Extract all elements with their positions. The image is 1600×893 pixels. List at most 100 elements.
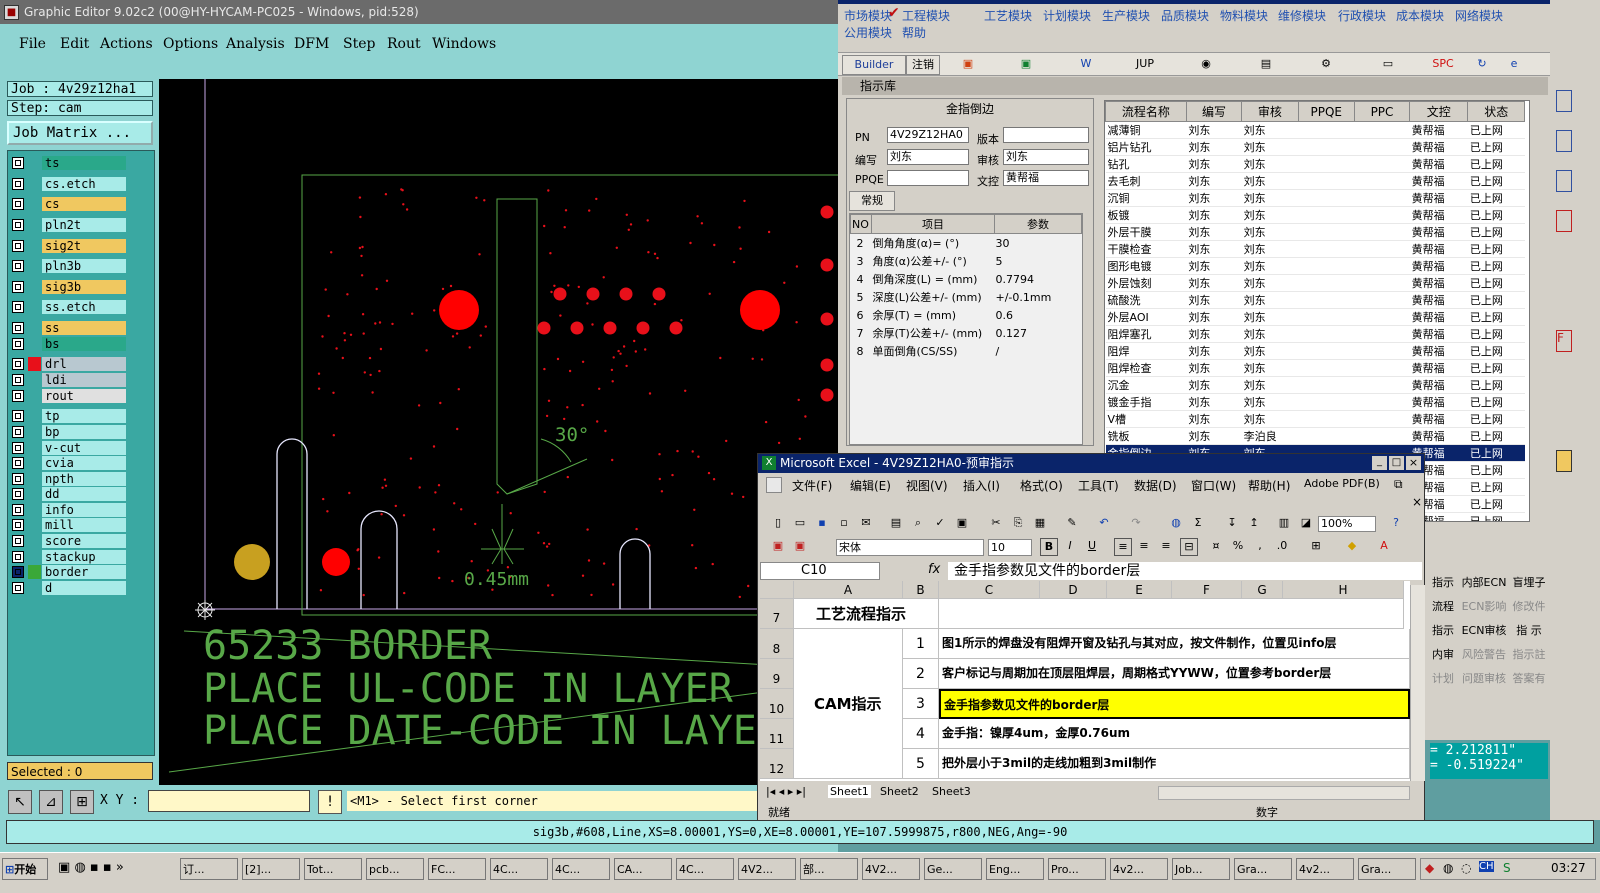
layer-color-swatch[interactable] — [28, 534, 41, 548]
layer-name[interactable]: border — [42, 565, 126, 579]
side-button[interactable]: 内审 — [1428, 644, 1458, 666]
menu-dfm[interactable]: DFM — [294, 36, 329, 52]
settings-icon[interactable]: ⚙ — [1314, 55, 1338, 73]
layer-name[interactable]: sig3b — [42, 280, 126, 294]
align-left-icon[interactable]: ≡ — [1114, 538, 1132, 556]
open-icon[interactable]: ▭ — [792, 515, 808, 531]
layer-name[interactable]: drl — [42, 357, 126, 371]
chart-icon[interactable]: ▥ — [1276, 515, 1292, 531]
layer-color-swatch[interactable] — [28, 280, 41, 294]
measure-tool-icon[interactable]: ⊿ — [39, 790, 63, 814]
side-button[interactable]: 内部ECN — [1460, 572, 1508, 594]
layer-row-bp[interactable]: bp — [12, 425, 132, 439]
menu-tools-cn[interactable]: 工具(T) — [1078, 477, 1119, 494]
layer-name[interactable]: dd — [42, 487, 126, 501]
layer-checkbox[interactable] — [12, 410, 24, 422]
sort-asc-icon[interactable]: ↧ — [1224, 515, 1240, 531]
pn-field[interactable]: 4V29Z12HA0 — [887, 127, 969, 143]
spell-icon[interactable]: ✓ — [932, 515, 948, 531]
flow-row[interactable]: 钻孔 刘东 刘东 黄帮福 已上网 — [1105, 155, 1525, 173]
italic-icon[interactable]: I — [1062, 538, 1078, 554]
instruction-cell[interactable]: 把外层小于3mil的走线加粗到3mil制作 — [939, 749, 1410, 779]
comma-icon[interactable]: , — [1252, 538, 1268, 554]
font-size-select[interactable]: 10 — [988, 539, 1032, 556]
side-button[interactable]: 指 示 — [1510, 620, 1548, 642]
erp-menu-9[interactable]: 成本模块 — [1396, 7, 1444, 24]
ppqe-field[interactable] — [887, 170, 969, 186]
step-number-cell[interactable]: 1 — [903, 629, 939, 659]
save-icon[interactable]: ▪ — [814, 515, 830, 531]
review-field[interactable]: 刘东 — [1003, 149, 1089, 165]
section-title-cell[interactable]: 工艺流程指示 — [794, 599, 939, 629]
row-header[interactable]: 9 — [760, 659, 794, 689]
erp-menu-1[interactable]: 工程模块 — [902, 7, 950, 24]
doc-icon[interactable] — [766, 477, 782, 493]
layer-color-swatch[interactable] — [28, 487, 41, 501]
flow-col-2[interactable]: 审核 — [1241, 101, 1299, 122]
layer-checkbox[interactable] — [12, 457, 24, 469]
strip-icon-4[interactable] — [1556, 210, 1572, 232]
layer-checkbox[interactable] — [12, 281, 24, 293]
tab-general[interactable]: 常规 — [849, 191, 895, 211]
layer-row-cs[interactable]: cs — [12, 197, 132, 211]
taskbar-button[interactable]: 4C... — [490, 858, 548, 880]
layer-name[interactable]: tp — [42, 409, 126, 423]
start-button[interactable]: ⊞开始 — [2, 858, 48, 880]
layer-color-swatch[interactable] — [28, 373, 41, 387]
redo-icon[interactable]: ↷ — [1128, 515, 1144, 531]
maximize-icon[interactable]: □ — [1389, 456, 1404, 470]
font-color-icon[interactable]: A — [1376, 538, 1392, 554]
param-row[interactable]: 7 余厚(T)公差+/- (mm) 0.127 — [851, 324, 1082, 342]
job-matrix-button[interactable]: Job Matrix ... — [7, 121, 153, 145]
menu-rout[interactable]: Rout — [387, 36, 421, 52]
strip-icon-2[interactable] — [1556, 130, 1572, 152]
taskbar-button[interactable]: Job... — [1172, 858, 1230, 880]
layer-checkbox[interactable] — [12, 488, 24, 500]
layer-name[interactable]: pln3b — [42, 259, 126, 273]
flow-row[interactable]: 阻焊 刘东 刘东 黄帮福 已上网 — [1105, 342, 1525, 360]
taskbar-button[interactable]: CA... — [614, 858, 672, 880]
layer-color-swatch[interactable] — [28, 565, 41, 579]
print-icon-xl[interactable]: ▤ — [888, 515, 904, 531]
more-icon[interactable]: » — [116, 860, 124, 875]
tray-icon-3[interactable]: ◌ — [1461, 861, 1471, 875]
layer-name[interactable]: ldi — [42, 373, 126, 387]
layer-color-swatch[interactable] — [28, 425, 41, 439]
layer-checkbox[interactable] — [12, 519, 24, 531]
flow-col-0[interactable]: 流程名称 — [1105, 101, 1187, 122]
graphics-canvas[interactable]: 30° 0.45mm 65233 BORDER PLACE UL-CODE IN… — [159, 79, 838, 785]
strip-icon-6[interactable] — [1556, 450, 1572, 472]
menu-data-cn[interactable]: 数据(D) — [1134, 477, 1177, 494]
layer-name[interactable]: ss — [42, 321, 126, 335]
layer-row-rout[interactable]: rout — [12, 389, 132, 403]
menu-format-cn[interactable]: 格式(O) — [1020, 477, 1063, 494]
instruction-cell[interactable]: 金手指：镍厚4um，金厚0.76um — [939, 719, 1410, 749]
layer-color-swatch[interactable] — [28, 156, 41, 170]
layer-name[interactable]: v-cut — [42, 441, 126, 455]
layer-checkbox[interactable] — [12, 535, 24, 547]
layer-name[interactable]: pln2t — [42, 218, 126, 232]
column-header[interactable]: D — [1040, 581, 1107, 599]
layer-checkbox[interactable] — [12, 390, 24, 402]
calc-icon[interactable]: ▤ — [1254, 55, 1278, 73]
font-name-select[interactable]: 宋体 — [836, 539, 984, 556]
currency-icon[interactable]: ¤ — [1208, 538, 1224, 554]
taskbar-button[interactable]: 4V2... — [738, 858, 796, 880]
menu-help-cn[interactable]: 帮助(H) — [1248, 477, 1290, 494]
permission-icon[interactable]: ▫ — [836, 515, 852, 531]
layer-name[interactable]: stackup — [42, 550, 126, 564]
side-button[interactable]: 计划 — [1428, 668, 1458, 690]
sheet-tab-1[interactable]: Sheet1 — [828, 785, 871, 798]
layer-name[interactable]: npth — [42, 472, 126, 486]
copy-icon[interactable]: ⎘ — [1010, 515, 1026, 531]
menu-windows[interactable]: Windows — [432, 36, 496, 52]
grid-tool-icon[interactable]: ⊞ — [70, 790, 94, 814]
ime-icon[interactable]: CH — [1479, 861, 1494, 872]
step-number-cell[interactable]: 2 — [903, 659, 939, 689]
layer-row-mill[interactable]: mill — [12, 518, 132, 532]
hyperlink-icon[interactable]: ◍ — [1168, 515, 1184, 531]
quicklaunch-icon-2[interactable]: ◍ — [74, 860, 85, 875]
taskbar-button[interactable]: Gra... — [1358, 858, 1416, 880]
menu-window-cn[interactable]: 窗口(W) — [1191, 477, 1236, 494]
flow-row[interactable]: 铝片钻孔 刘东 刘东 黄帮福 已上网 — [1105, 138, 1525, 156]
